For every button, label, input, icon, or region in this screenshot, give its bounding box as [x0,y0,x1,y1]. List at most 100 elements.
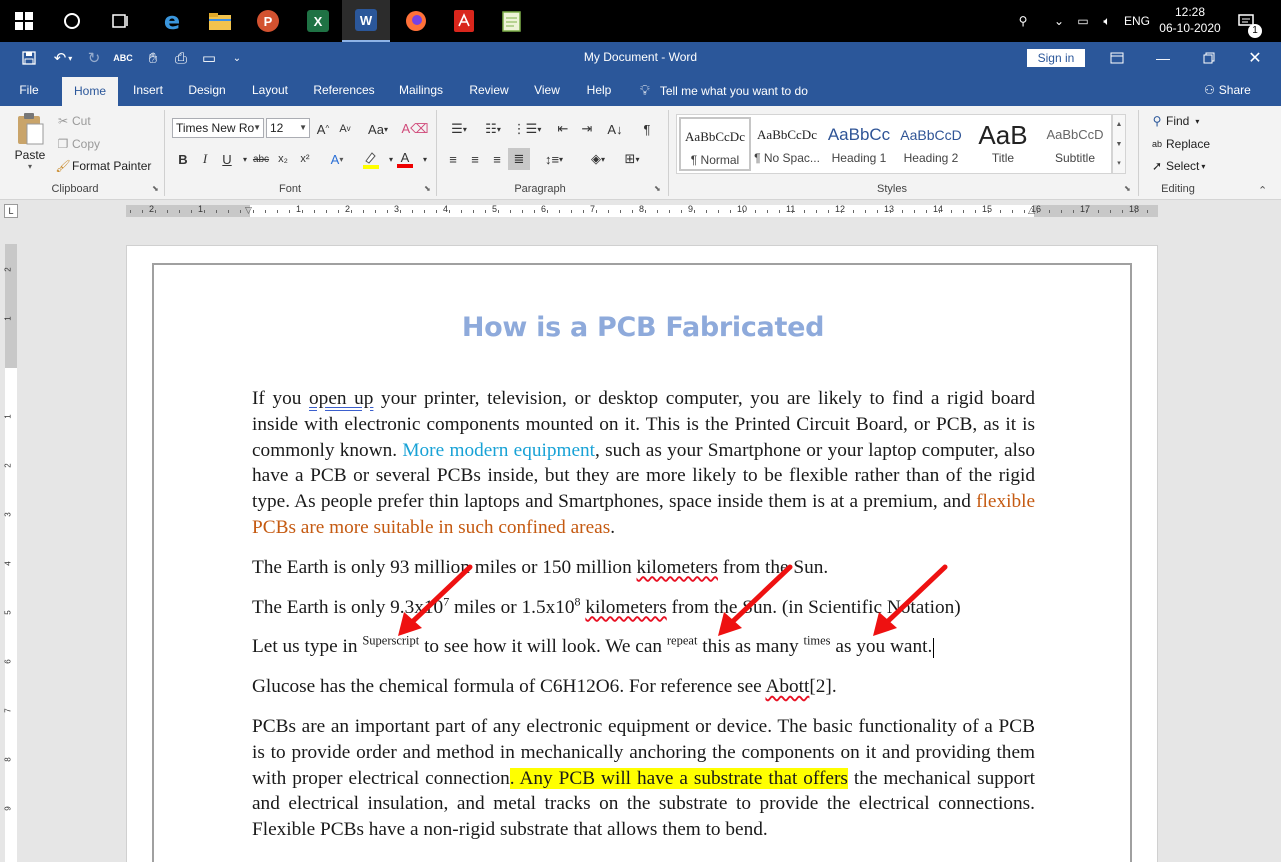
people-icon[interactable]: ⚲ [1012,0,1034,42]
minimize-icon[interactable]: — [1140,42,1186,74]
chevron-up-icon[interactable]: ▲ [1113,115,1125,135]
numbering-icon[interactable]: ☷ ▾ [478,118,508,140]
volume-icon[interactable]: 🔈︎ [1097,0,1117,42]
first-line-indent-marker[interactable]: ▽ [245,205,252,216]
copy-button[interactable]: ❐ Copy [54,135,100,153]
shading-icon[interactable]: ◈ ▾ [582,148,614,170]
document-body[interactable]: If you open up your printer, television,… [252,386,1035,857]
tab-insert[interactable]: Insert [124,74,172,106]
select-button[interactable]: ➚ Select ▾ [1148,157,1205,175]
paste-button[interactable]: Paste ▾ [10,112,50,178]
highlight-color-icon[interactable] [360,148,382,170]
tab-design[interactable]: Design [180,74,234,106]
language-indicator[interactable]: ENG [1122,0,1152,42]
replace-button[interactable]: ab Replace [1148,135,1210,153]
share-button[interactable]: ⚇ Share [1204,74,1251,106]
format-painter-button[interactable]: 🖌︎ Format Painter [54,157,151,175]
taskbar-acrobat[interactable] [440,0,488,42]
tab-layout[interactable]: Layout [243,74,297,106]
font-name-combo[interactable]: Times New Ro ▼ [172,118,264,138]
tab-view[interactable]: View [526,74,568,106]
style-subtitle[interactable]: AaBbCcD Subtitle [1039,117,1111,171]
font-size-combo[interactable]: 12 ▼ [266,118,310,138]
open-icon[interactable]: ▭ [198,47,220,69]
network-icon[interactable]: ▭ [1073,0,1093,42]
font-color-dropdown-icon[interactable]: ▾ [414,148,436,170]
style-normal[interactable]: AaBbCcDc ¶ Normal [679,117,751,171]
bold-icon[interactable]: B [172,148,194,170]
sign-in-button[interactable]: Sign in [1027,49,1085,67]
style-no-spacing[interactable]: AaBbCcDc ¶ No Spac... [751,117,823,171]
chevron-up-icon[interactable]: ⌄ [1050,0,1068,42]
chevron-down-icon[interactable]: ▼ [1113,135,1125,155]
undo-icon[interactable]: ↶ ▾ [46,47,80,69]
vertical-ruler[interactable]: 2 1 1 2 3 4 5 6 7 8 9 [4,244,17,862]
taskbar-powerpoint[interactable]: P [244,0,292,42]
paragraph-launcher-icon[interactable]: ⬊ [654,184,664,194]
taskbar-edge[interactable]: e [148,0,196,42]
tab-review[interactable]: Review [463,74,515,106]
tab-references[interactable]: References [306,74,382,106]
taskbar-file-explorer[interactable] [196,0,244,42]
save-icon[interactable] [18,47,40,69]
line-spacing-icon[interactable]: ↕≡ ▾ [538,148,570,170]
show-hide-icon[interactable]: ¶ [636,118,658,140]
tell-me-search[interactable]: 💡︎ Tell me what you want to do [640,74,808,106]
multilevel-list-icon[interactable]: ⋮☰ ▾ [512,118,542,140]
taskbar-notepad[interactable] [488,0,536,42]
tab-home[interactable]: Home [62,77,118,106]
clipboard-launcher-icon[interactable]: ⬊ [152,184,162,194]
decrease-indent-icon[interactable]: ⇤ [552,118,574,140]
sort-icon[interactable]: A↓ [604,118,626,140]
style-heading-2[interactable]: AaBbCcD Heading 2 [895,117,967,171]
style-heading-1[interactable]: AaBbCc Heading 1 [823,117,895,171]
align-right-icon[interactable]: ≡ [486,148,508,170]
spelling-check-icon[interactable]: ABC [112,47,134,69]
cortana-button[interactable] [48,0,96,42]
close-icon[interactable]: ✕ [1232,42,1278,74]
ribbon-display-options-icon[interactable] [1094,42,1140,74]
strikethrough-icon[interactable]: abc [250,148,272,170]
shrink-font-icon[interactable]: Av [334,118,356,140]
align-center-icon[interactable]: ≡ [464,148,486,170]
find-button[interactable]: ⚲ Find ▾ [1148,112,1200,130]
document-page[interactable]: How is a PCB Fabricated If you open up y… [126,245,1158,862]
styles-launcher-icon[interactable]: ⬊ [1124,184,1134,194]
task-view-button[interactable] [96,0,144,42]
bullets-icon[interactable]: ☰ ▾ [444,118,474,140]
justify-icon[interactable]: ≣ [508,148,530,170]
style-title[interactable]: AaB Title [967,117,1039,171]
collapse-ribbon-icon[interactable]: ⌃ [1258,184,1267,197]
superscript-icon[interactable]: x² [294,148,316,170]
italic-icon[interactable]: I [194,148,216,170]
print-preview-icon[interactable]: ⎙ [170,47,192,69]
clock[interactable]: 12:28 06-10-2020 [1158,4,1222,36]
restore-icon[interactable] [1186,42,1232,74]
horizontal-ruler[interactable]: 2 1 1 2 3 4 5 6 7 8 9 10 11 12 13 14 15 16 17 18 ▽ △ [126,204,1158,217]
font-launcher-icon[interactable]: ⬊ [424,184,434,194]
tab-file[interactable]: File [8,74,50,106]
tab-selector[interactable]: L [4,204,18,218]
tab-help[interactable]: Help [578,74,620,106]
font-color-icon[interactable]: A [394,148,416,170]
cut-button[interactable]: ✂ Cut [54,112,91,130]
start-button[interactable] [0,0,48,42]
align-left-icon[interactable]: ≡ [442,148,464,170]
change-case-icon[interactable]: Aa ▾ [362,118,394,140]
taskbar-excel[interactable]: X [294,0,342,42]
tab-mailings[interactable]: Mailings [391,74,451,106]
increase-indent-icon[interactable]: ⇥ [576,118,598,140]
subscript-icon[interactable]: x₂ [272,148,294,170]
text-effects-icon[interactable]: A ▾ [326,148,348,170]
taskbar-word[interactable]: W [342,0,390,42]
redo-icon[interactable]: ↻ [84,47,104,69]
styles-gallery-scroll[interactable]: ▲ ▼ ▾ [1112,114,1126,174]
borders-icon[interactable]: ⊞ ▾ [616,148,648,170]
clear-formatting-icon[interactable]: A⌫ [401,118,428,140]
customize-qat-icon[interactable]: ⌄ [228,47,246,69]
taskbar-firefox[interactable] [392,0,440,42]
grow-font-icon[interactable]: A ^ [312,118,334,140]
more-styles-icon[interactable]: ▾ [1113,155,1125,173]
right-indent-marker[interactable]: △ [1028,205,1035,216]
touch-mode-icon[interactable]: ✋︎ [142,47,164,69]
